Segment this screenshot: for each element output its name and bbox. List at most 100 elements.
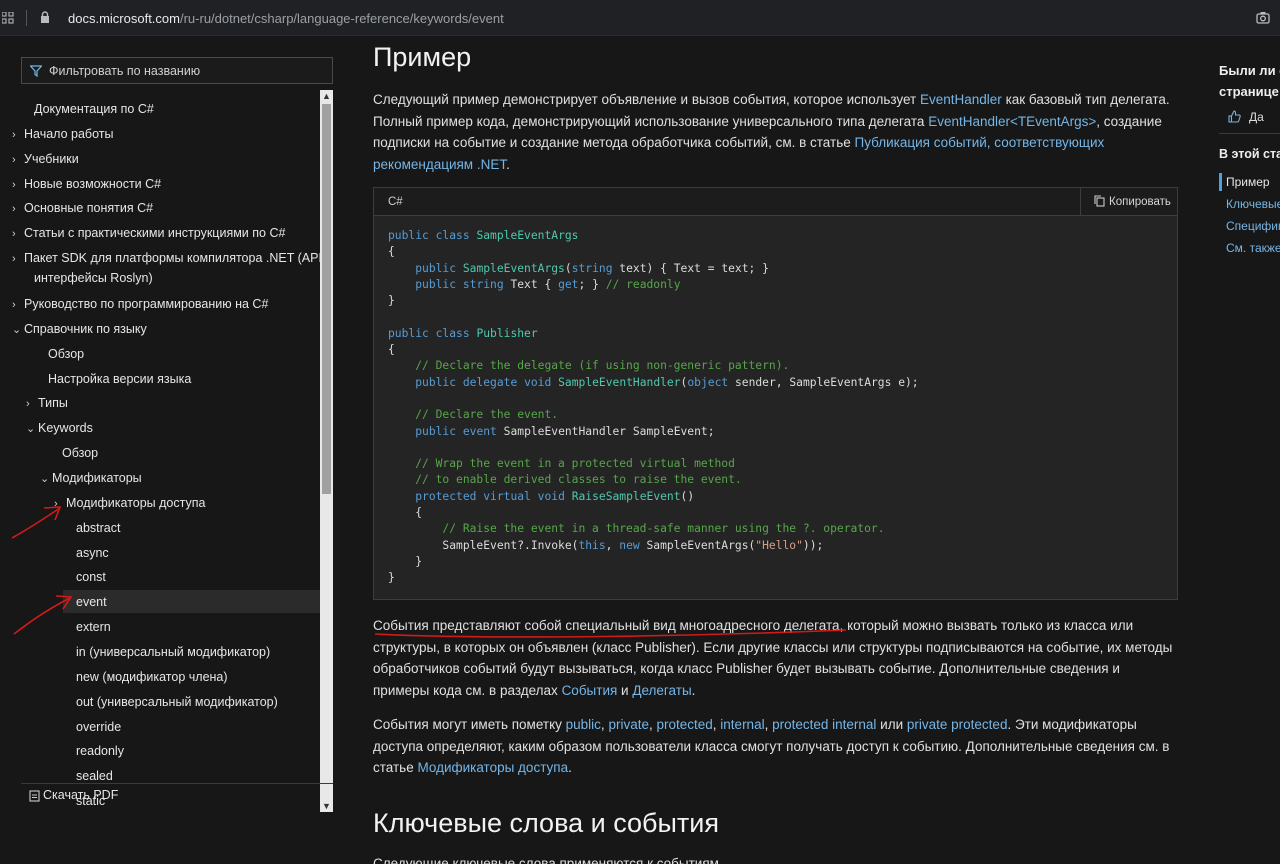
rail-toc-item[interactable]: Специфик xyxy=(1226,219,1280,233)
link-eventhandler[interactable]: EventHandler xyxy=(920,92,1002,107)
apps-grid-icon[interactable] xyxy=(2,12,14,24)
feedback-yes-button[interactable]: Да xyxy=(1249,110,1264,124)
page-title: Пример xyxy=(373,42,472,72)
toc-item[interactable]: new (модификатор члена) xyxy=(76,668,228,686)
link-protected[interactable]: protected xyxy=(656,717,712,732)
camera-icon[interactable] xyxy=(1256,11,1270,24)
toc-item-label: Keywords xyxy=(38,421,93,435)
toc-item[interactable]: › Статьи с практическими инструкциями по … xyxy=(12,224,285,243)
toc-item-label: Пакет SDK для платформы компилятора .NET… xyxy=(24,251,320,265)
in-this-article-heading: В этой ста xyxy=(1219,147,1280,161)
chevron-right-icon[interactable]: › xyxy=(12,176,24,194)
toc-item-label: async xyxy=(76,546,109,560)
toc-item[interactable]: abstract xyxy=(76,519,120,537)
link-private[interactable]: private xyxy=(608,717,649,732)
copy-button[interactable]: Копировать xyxy=(1080,188,1177,215)
chevron-down-icon[interactable]: ⌄ xyxy=(40,470,52,488)
link-public[interactable]: public xyxy=(566,717,601,732)
chevron-right-icon[interactable]: › xyxy=(12,225,24,243)
download-pdf-link[interactable]: Скачать PDF xyxy=(43,788,118,802)
chevron-right-icon[interactable]: › xyxy=(12,151,24,169)
toc-item-label: readonly xyxy=(76,744,124,758)
rail-toc-item[interactable]: См. также xyxy=(1226,241,1280,255)
chevron-right-icon[interactable]: › xyxy=(12,126,24,144)
browser-address-bar: docs.microsoft.com/ru-ru/dotnet/csharp/l… xyxy=(0,0,1280,36)
events-paragraph: События представляют собой специальный в… xyxy=(373,615,1178,701)
intro-text-1: Следующий пример демонстрирует объявлени… xyxy=(373,92,920,107)
chevron-right-icon[interactable]: › xyxy=(12,296,24,314)
url-host: docs.microsoft.com xyxy=(68,11,180,26)
mod-text-3: . xyxy=(568,760,572,775)
code-content[interactable]: public class SampleEventArgs { public Sa… xyxy=(388,228,919,587)
link-events[interactable]: События xyxy=(562,683,618,698)
chevron-down-icon[interactable]: ⌄ xyxy=(26,420,38,438)
filter-input[interactable]: Фильтровать по названию xyxy=(21,57,333,84)
toc-item[interactable]: out (универсальный модификатор) xyxy=(76,693,278,711)
toc-item-label: new (модификатор члена) xyxy=(76,670,228,684)
toc-item-label: extern xyxy=(76,620,111,634)
toc-item[interactable]: Настройка версии языка xyxy=(48,370,191,388)
toc-item-label: Модификаторы xyxy=(52,471,142,485)
code-block-header: C# Копировать xyxy=(374,188,1177,216)
mod-sep: , xyxy=(764,717,773,732)
toc-item-label: Настройка версии языка xyxy=(48,372,192,386)
mod-text-1: События могут иметь пометку xyxy=(373,717,566,732)
toc-item[interactable]: ⌄ Keywords xyxy=(26,419,93,438)
toc-tree: Документация по C# › Начало работы › Учебник… xyxy=(0,91,320,811)
scroll-down-icon[interactable]: ▼ xyxy=(322,801,331,811)
toc-item[interactable]: › Модификаторы доступа xyxy=(54,494,205,513)
chevron-down-icon[interactable]: ⌄ xyxy=(12,321,24,339)
link-private-protected[interactable]: private protected xyxy=(907,717,1008,732)
toc-item-label: out (универсальный модификатор) xyxy=(76,695,278,709)
thumbs-up-icon[interactable] xyxy=(1228,110,1241,123)
cut-off-paragraph: Следующие ключевые слова применяются к с… xyxy=(373,856,723,864)
toc-item-label: Статьи с практическими инструкциями по C… xyxy=(24,226,286,240)
chevron-right-icon[interactable]: › xyxy=(26,395,38,413)
toc-item[interactable]: › Основные понятия C# xyxy=(12,199,153,218)
link-internal[interactable]: internal xyxy=(720,717,764,732)
toolbar-divider xyxy=(26,10,27,26)
pdf-download-icon[interactable] xyxy=(29,790,40,802)
toc-item[interactable]: › Начало работы xyxy=(12,125,113,144)
toc-item[interactable]: › Учебники xyxy=(12,150,79,169)
link-access-modifiers[interactable]: Модификаторы доступа xyxy=(417,760,568,775)
toc-item[interactable]: override xyxy=(76,718,121,736)
sidebar: Фильтровать по названию Документация по … xyxy=(0,36,345,864)
toc-item[interactable]: ⌄ Модификаторы xyxy=(40,469,142,488)
toc-item-label: override xyxy=(76,720,122,734)
toc-item-label: Основные понятия C# xyxy=(24,201,154,215)
toc-item[interactable]: › Типы xyxy=(26,394,68,413)
link-delegates[interactable]: Делегаты xyxy=(632,683,691,698)
rail-toc-item[interactable]: Ключевые xyxy=(1226,197,1280,211)
lock-icon[interactable] xyxy=(40,11,50,24)
toc-item[interactable]: extern xyxy=(76,618,111,636)
toc-item[interactable]: in (универсальный модификатор) xyxy=(76,643,270,661)
link-protected-internal[interactable]: protected internal xyxy=(772,717,876,732)
intro-paragraph: Следующий пример демонстрирует объявлени… xyxy=(373,89,1178,175)
sidebar-scrollbar[interactable]: ▲ ▼ xyxy=(320,90,333,812)
link-eventhandler-generic[interactable]: EventHandler<TEventArgs> xyxy=(928,114,1096,129)
chevron-right-icon[interactable]: › xyxy=(54,495,66,513)
toc-item[interactable]: › Руководство по программированию на C# xyxy=(12,295,268,314)
rail-toc-item[interactable]: Пример xyxy=(1226,175,1270,189)
toc-item-label: const xyxy=(76,570,106,584)
toc-item[interactable]: Обзор xyxy=(48,345,84,363)
toc-item-label: event xyxy=(76,595,107,609)
toc-item[interactable]: Документация по C# xyxy=(34,100,154,118)
chevron-right-icon[interactable]: › xyxy=(12,200,24,218)
toc-item[interactable]: ⌄ Справочник по языку xyxy=(12,320,147,339)
toc-item[interactable]: › Пакет SDK для платформы компилятора .NE… xyxy=(12,249,320,268)
url-field[interactable]: docs.microsoft.com/ru-ru/dotnet/csharp/l… xyxy=(68,11,504,26)
intro-text-4: . xyxy=(506,156,510,172)
toc-item-label: Учебники xyxy=(24,152,79,166)
toc-item-label: Модификаторы доступа xyxy=(66,496,206,510)
toc-item[interactable]: const xyxy=(76,568,106,586)
toc-item[interactable]: readonly xyxy=(76,742,124,760)
toc-item[interactable]: › Новые возможности C# xyxy=(12,175,161,194)
chevron-right-icon[interactable]: › xyxy=(12,250,24,268)
toc-item[interactable]: Обзор xyxy=(62,444,98,462)
toc-item[interactable]: event xyxy=(76,593,107,611)
toc-item[interactable]: async xyxy=(76,544,109,562)
scroll-up-icon[interactable]: ▲ xyxy=(322,91,331,101)
scrollbar-thumb[interactable] xyxy=(322,104,331,494)
